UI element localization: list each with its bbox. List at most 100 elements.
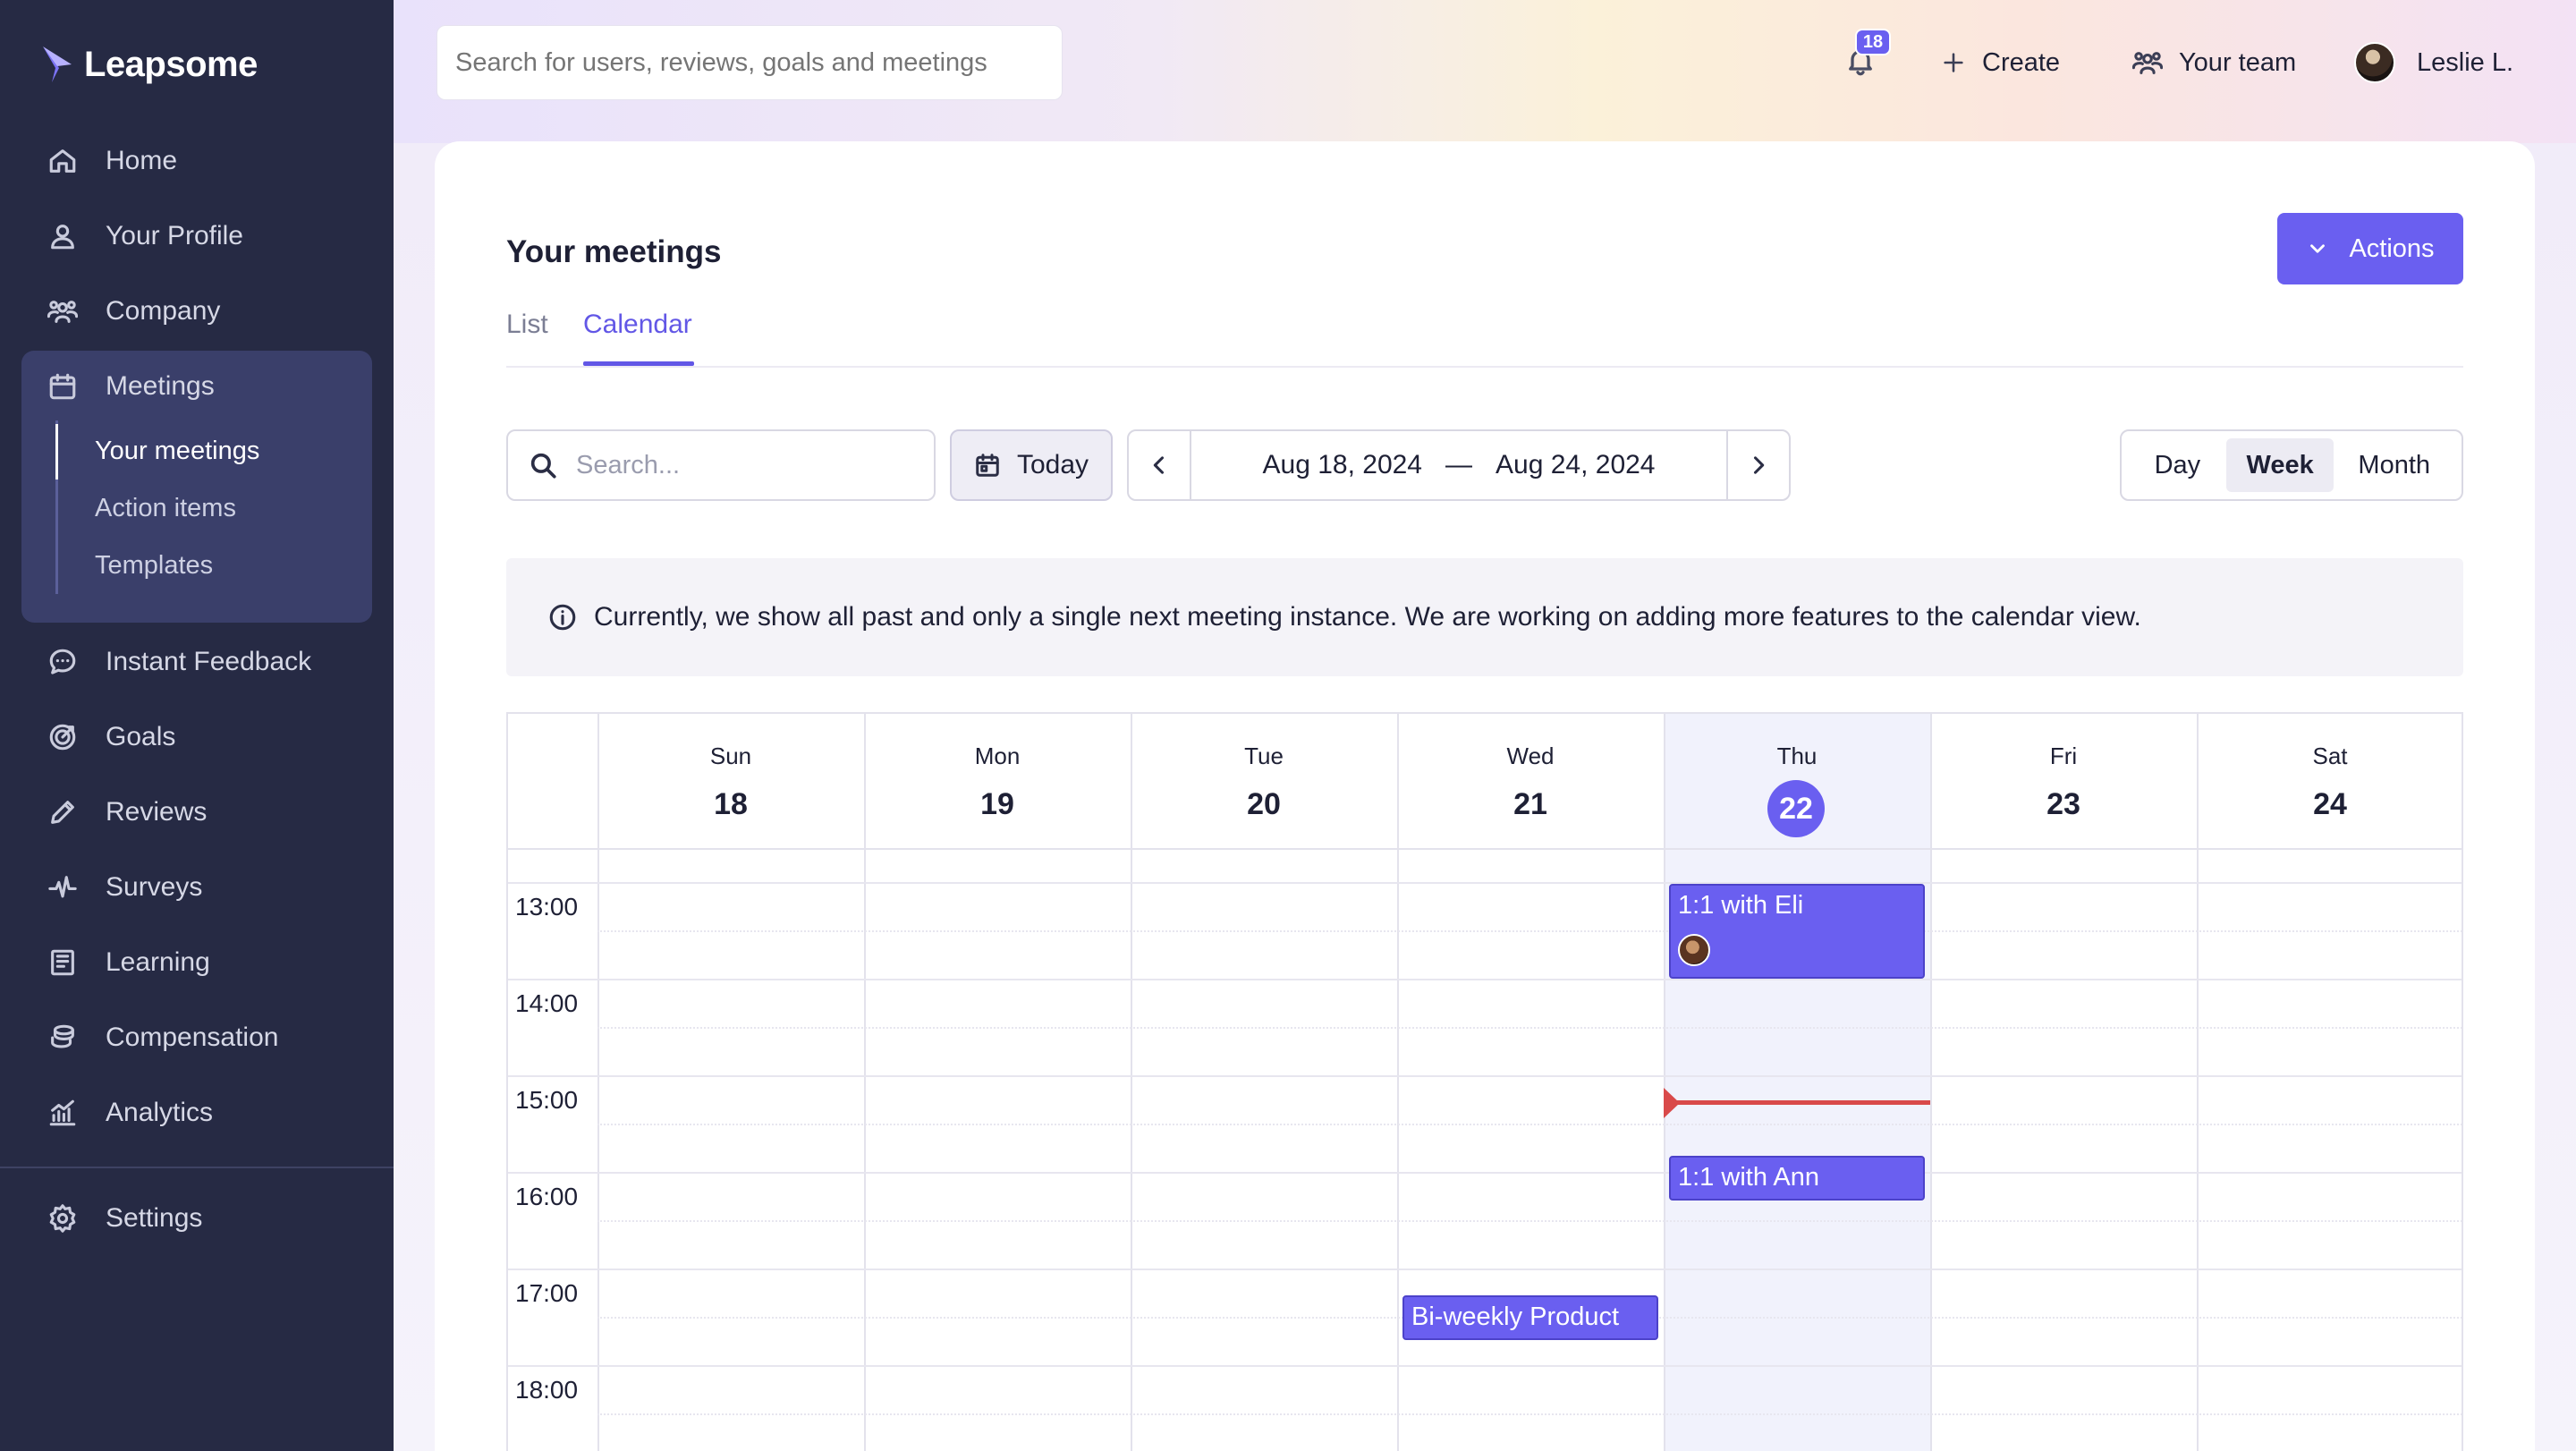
day-header-fri[interactable]: Fri 23 xyxy=(1930,714,2197,848)
leapsome-logo[interactable]: Leapsome xyxy=(39,43,258,86)
calendar-search[interactable] xyxy=(506,429,936,501)
leapsome-logo-icon xyxy=(43,47,72,82)
day-header-mon[interactable]: Mon 19 xyxy=(864,714,1131,848)
tab-calendar[interactable]: Calendar xyxy=(583,310,692,340)
sidebar-item-label: Settings xyxy=(106,1203,203,1233)
next-week-button[interactable] xyxy=(1726,431,1789,499)
book-icon xyxy=(47,946,79,979)
week-calendar: Sun 18 Mon 19 Tue 20 Wed 21 Thu 22 Fri 2… xyxy=(506,712,2463,1451)
search-icon xyxy=(530,453,556,479)
sidebar-item-label: Learning xyxy=(106,947,210,977)
pencil-icon xyxy=(47,796,79,828)
calendar-icon xyxy=(47,370,79,403)
hour-line xyxy=(508,882,2462,884)
actions-label: Actions xyxy=(2349,233,2435,263)
chat-icon xyxy=(47,646,79,678)
sidebar-item-your-profile[interactable]: Your Profile xyxy=(21,208,372,265)
time-label: 13:00 xyxy=(515,893,579,921)
sidebar-item-label: Instant Feedback xyxy=(106,647,312,676)
plus-icon xyxy=(1944,53,1963,72)
calendar-search-input[interactable] xyxy=(576,450,898,480)
sidebar-item-label: Surveys xyxy=(106,872,203,902)
sidebar-item-reviews[interactable]: Reviews xyxy=(21,784,372,841)
date-range-navigator: Aug 18, 2024 — Aug 24, 2024 xyxy=(1127,429,1791,501)
day-name: Thu xyxy=(1776,742,1818,769)
user-menu[interactable]: Leslie L. xyxy=(2354,41,2513,84)
day-number: 19 xyxy=(980,787,1014,821)
tabs-divider xyxy=(506,366,2463,368)
time-label: 18:00 xyxy=(515,1376,579,1404)
range-separator: — xyxy=(1445,450,1472,479)
sidebar-item-instant-feedback[interactable]: Instant Feedback xyxy=(21,633,372,691)
day-header-sat[interactable]: Sat 24 xyxy=(2197,714,2462,848)
today-label: Today xyxy=(1016,450,1089,479)
sidebar-subitem-action-items[interactable]: Action items xyxy=(95,494,236,523)
current-time-line xyxy=(1664,1100,1930,1105)
chart-icon xyxy=(47,1097,79,1129)
global-search-input[interactable] xyxy=(436,25,1063,100)
target-icon xyxy=(47,721,79,753)
coins-icon xyxy=(47,1022,79,1054)
view-week-button[interactable]: Week xyxy=(2225,438,2334,492)
notifications-count-badge: 18 xyxy=(1855,29,1891,55)
day-header-wed[interactable]: Wed 21 xyxy=(1397,714,1664,848)
pulse-icon xyxy=(47,871,79,904)
create-button[interactable]: Create xyxy=(1941,41,2060,84)
half-hour-line xyxy=(597,1124,2462,1125)
sidebar-item-label: Analytics xyxy=(106,1098,214,1127)
previous-week-button[interactable] xyxy=(1129,431,1191,499)
sidebar-item-label: Your Profile xyxy=(106,221,243,250)
event-1-1-with-ann[interactable]: 1:1 with Ann xyxy=(1669,1156,1925,1201)
page-title: Your meetings xyxy=(506,234,722,269)
sidebar-item-surveys[interactable]: Surveys xyxy=(21,859,372,916)
sidebar-subitem-your-meetings[interactable]: Your meetings xyxy=(95,437,259,466)
half-hour-line xyxy=(597,930,2462,932)
event-1-1-with-eli[interactable]: 1:1 with Eli xyxy=(1669,884,1925,979)
app-name: Leapsome xyxy=(84,44,258,84)
hour-line xyxy=(508,1172,2462,1174)
sidebar-item-settings[interactable]: Settings xyxy=(21,1190,372,1247)
user-name: Leslie L. xyxy=(2417,47,2514,77)
user-avatar xyxy=(2354,42,2395,83)
sidebar-item-home[interactable]: Home xyxy=(21,132,372,190)
view-day-button[interactable]: Day xyxy=(2129,438,2226,492)
view-switcher: Day Week Month xyxy=(2120,429,2463,501)
sidebar-item-goals[interactable]: Goals xyxy=(21,709,372,766)
chevron-right-icon xyxy=(1753,456,1765,474)
your-team-button[interactable]: Your team xyxy=(2132,41,2296,84)
tab-list[interactable]: List xyxy=(506,310,548,340)
day-number: 23 xyxy=(2046,787,2080,821)
sidebar-item-compensation[interactable]: Compensation xyxy=(21,1009,372,1066)
calendar-today-icon xyxy=(976,454,999,477)
day-header-tue[interactable]: Tue 20 xyxy=(1131,714,1397,848)
sidebar-item-learning[interactable]: Learning xyxy=(21,934,372,991)
sidebar-item-meetings[interactable]: Meetings xyxy=(21,358,372,415)
sidebar: Leapsome Home Your Profile Company Meeti… xyxy=(0,0,394,1451)
hour-line xyxy=(508,1269,2462,1270)
sidebar-item-analytics[interactable]: Analytics xyxy=(21,1084,372,1141)
day-name: Wed xyxy=(1506,742,1555,769)
day-name: Fri xyxy=(2049,742,2078,769)
info-icon xyxy=(549,604,576,631)
header-divider xyxy=(508,848,2462,850)
sidebar-subitem-templates[interactable]: Templates xyxy=(95,551,213,581)
day-header-sun[interactable]: Sun 18 xyxy=(597,714,864,848)
day-header-thu[interactable]: Thu 22 xyxy=(1664,714,1930,848)
event-title: Bi-weekly Product xyxy=(1411,1303,1620,1331)
day-number: 21 xyxy=(1513,787,1547,821)
sidebar-item-label: Goals xyxy=(106,722,176,751)
view-month-button[interactable]: Month xyxy=(2334,438,2454,492)
home-icon xyxy=(47,145,79,177)
sidebar-item-company[interactable]: Company xyxy=(21,283,372,340)
time-label: 15:00 xyxy=(515,1086,579,1114)
attendee-avatar xyxy=(1678,934,1710,966)
time-label: 17:00 xyxy=(515,1279,579,1307)
actions-button[interactable]: Actions xyxy=(2277,213,2463,284)
today-button[interactable]: Today xyxy=(950,429,1113,501)
time-label: 14:00 xyxy=(515,989,579,1017)
sidebar-divider xyxy=(0,1167,394,1168)
day-number: 24 xyxy=(2313,787,2347,821)
hour-line xyxy=(508,979,2462,980)
half-hour-line xyxy=(597,1027,2462,1029)
event-bi-weekly-product[interactable]: Bi-weekly Product xyxy=(1402,1295,1658,1340)
